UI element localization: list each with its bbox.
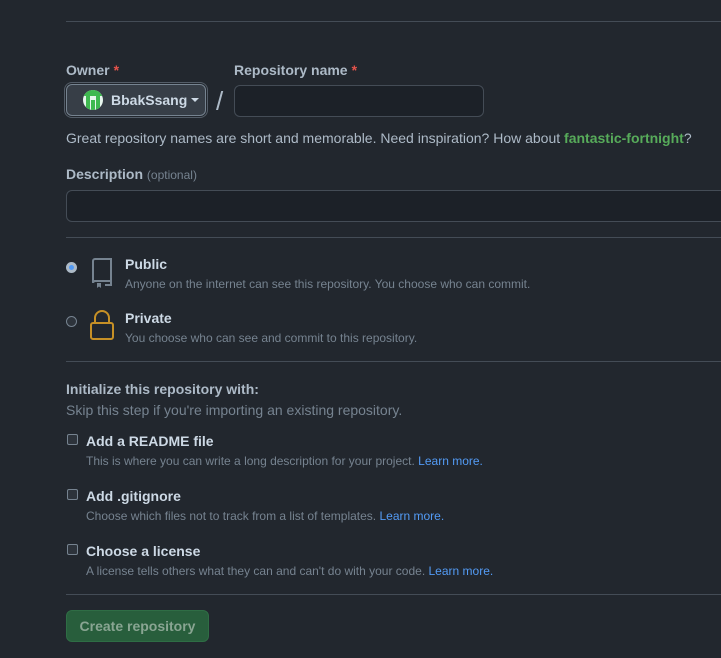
lock-icon: [90, 310, 114, 340]
gitignore-description: Choose which files not to track from a l…: [86, 509, 445, 523]
name-suggestion-link[interactable]: fantastic-fortnight: [564, 130, 684, 146]
private-title: Private: [125, 310, 172, 326]
owner-dropdown-button[interactable]: BbakSsang: [66, 84, 206, 116]
license-checkbox[interactable]: [67, 544, 78, 555]
gitignore-title: Add .gitignore: [86, 488, 181, 504]
visibility-option-public[interactable]: Public Anyone on the internet can see th…: [66, 256, 666, 296]
description-optional-hint: (optional): [146, 168, 197, 182]
owner-label: Owner *: [66, 62, 120, 78]
private-description: You choose who can see and commit to thi…: [125, 331, 418, 345]
description-label: Description (optional): [66, 166, 197, 182]
divider-submit: [66, 594, 721, 595]
license-description: A license tells others what they can and…: [86, 564, 494, 578]
init-option-readme[interactable]: Add a README file This is where you can …: [66, 433, 666, 473]
public-description: Anyone on the internet can see this repo…: [125, 277, 531, 291]
gitignore-checkbox[interactable]: [67, 489, 78, 500]
owner-avatar: [83, 90, 103, 110]
license-title: Choose a license: [86, 543, 201, 559]
visibility-option-private[interactable]: Private You choose who can see and commi…: [66, 310, 666, 350]
description-input[interactable]: [66, 190, 721, 222]
repo-name-required-mark: *: [351, 62, 358, 78]
public-radio[interactable]: [66, 262, 77, 273]
owner-required-mark: *: [113, 62, 120, 78]
repo-icon: [92, 258, 112, 288]
owner-repo-separator: /: [216, 86, 224, 116]
init-subtext: Skip this step if you're importing an ex…: [66, 402, 403, 418]
readme-description: This is where you can write a long descr…: [86, 454, 483, 468]
repo-name-hint: Great repository names are short and mem…: [66, 130, 692, 146]
repo-name-label: Repository name *: [234, 62, 358, 78]
divider-visibility: [66, 237, 721, 238]
init-option-gitignore[interactable]: Add .gitignore Choose which files not to…: [66, 488, 666, 528]
caret-down-icon: [191, 98, 200, 102]
private-radio[interactable]: [66, 316, 77, 327]
license-learn-more-link[interactable]: Learn more.: [429, 564, 494, 578]
init-heading: Initialize this repository with:: [66, 381, 259, 397]
gitignore-learn-more-link[interactable]: Learn more.: [379, 509, 444, 523]
readme-title: Add a README file: [86, 433, 214, 449]
readme-checkbox[interactable]: [67, 434, 78, 445]
owner-name: BbakSsang: [111, 92, 188, 108]
init-option-license[interactable]: Choose a license A license tells others …: [66, 543, 666, 583]
readme-learn-more-link[interactable]: Learn more.: [418, 454, 483, 468]
create-repository-button[interactable]: Create repository: [66, 610, 209, 642]
top-divider: [66, 21, 721, 22]
public-title: Public: [125, 256, 168, 272]
divider-init: [66, 361, 721, 362]
repo-name-input[interactable]: [234, 85, 484, 117]
